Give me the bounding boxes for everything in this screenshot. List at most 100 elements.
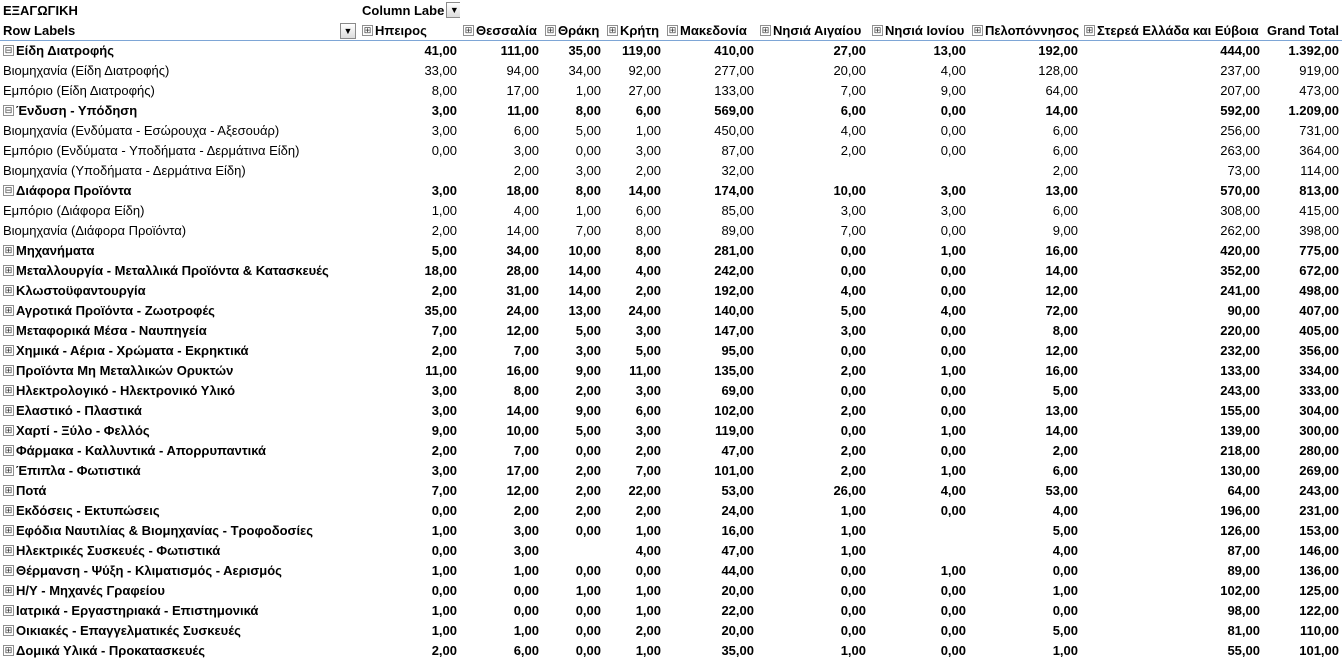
value-cell[interactable]: 5,00 (757, 300, 869, 321)
value-cell[interactable]: 147,00 (664, 320, 757, 341)
value-cell[interactable]: 2,00 (757, 140, 869, 161)
value-cell[interactable]: 9,00 (869, 80, 969, 101)
value-cell[interactable]: 0,00 (460, 580, 542, 601)
value-cell[interactable]: 0,00 (869, 340, 969, 361)
value-cell[interactable]: 3,00 (542, 160, 604, 181)
value-cell[interactable]: 6,00 (969, 460, 1081, 481)
value-cell[interactable]: 13,00 (969, 400, 1081, 421)
grand-total-cell[interactable]: 1.209,00 (1263, 100, 1342, 121)
value-cell[interactable]: 119,00 (604, 40, 664, 61)
value-cell[interactable]: 16,00 (969, 240, 1081, 261)
value-cell[interactable]: 64,00 (1081, 480, 1263, 501)
value-cell[interactable]: 2,00 (359, 340, 460, 361)
value-cell[interactable]: 352,00 (1081, 260, 1263, 281)
value-cell[interactable]: 1,00 (604, 600, 664, 621)
row-label-cell[interactable]: ⊞ Ποτά (0, 480, 359, 501)
value-cell[interactable]: 242,00 (664, 260, 757, 281)
value-cell[interactable]: 0,00 (542, 520, 604, 541)
value-cell[interactable]: 5,00 (969, 620, 1081, 641)
value-cell[interactable]: 592,00 (1081, 100, 1263, 121)
value-cell[interactable]: 1,00 (359, 200, 460, 221)
value-cell[interactable]: 2,00 (359, 220, 460, 241)
value-cell[interactable]: 0,00 (869, 120, 969, 141)
value-cell[interactable]: 17,00 (460, 80, 542, 101)
row-label-cell[interactable]: ⊞ Μεταφορικά Μέσα - Ναυπηγεία (0, 320, 359, 341)
value-cell[interactable]: 35,00 (359, 300, 460, 321)
column-header[interactable]: ⊞ Πελοπόννησος (969, 20, 1081, 41)
value-cell[interactable]: 11,00 (460, 100, 542, 121)
value-cell[interactable]: 94,00 (460, 60, 542, 81)
value-cell[interactable]: 8,00 (542, 100, 604, 121)
value-cell[interactable]: 24,00 (460, 300, 542, 321)
grand-total-cell[interactable]: 153,00 (1263, 520, 1342, 541)
value-cell[interactable]: 1,00 (757, 540, 869, 561)
value-cell[interactable]: 6,00 (969, 140, 1081, 161)
grand-total-cell[interactable]: 136,00 (1263, 560, 1342, 581)
value-cell[interactable]: 16,00 (969, 360, 1081, 381)
value-cell[interactable]: 174,00 (664, 180, 757, 201)
value-cell[interactable]: 2,00 (604, 620, 664, 641)
value-cell[interactable]: 47,00 (664, 440, 757, 461)
row-label-cell[interactable]: ⊞ Μεταλλουργία - Μεταλλικά Προϊόντα & Κατ… (0, 260, 359, 281)
value-cell[interactable]: 20,00 (664, 580, 757, 601)
value-cell[interactable]: 5,00 (969, 380, 1081, 401)
value-cell[interactable]: 192,00 (969, 40, 1081, 61)
value-cell[interactable]: 87,00 (664, 140, 757, 161)
value-cell[interactable]: 14,00 (460, 220, 542, 241)
grand-total-cell[interactable]: 405,00 (1263, 320, 1342, 341)
value-cell[interactable]: 41,00 (359, 40, 460, 61)
value-cell[interactable]: 232,00 (1081, 340, 1263, 361)
expand-icon[interactable]: ⊞ (1084, 25, 1095, 37)
value-cell[interactable]: 135,00 (664, 360, 757, 381)
value-cell[interactable]: 3,00 (359, 380, 460, 401)
value-cell[interactable]: 0,00 (757, 240, 869, 261)
value-cell[interactable]: 69,00 (664, 380, 757, 401)
value-cell[interactable]: 4,00 (869, 300, 969, 321)
value-cell[interactable]: 1,00 (359, 620, 460, 641)
value-cell[interactable]: 5,00 (542, 420, 604, 441)
value-cell[interactable]: 1,00 (542, 580, 604, 601)
expand-icon[interactable]: ⊞ (463, 25, 474, 37)
row-label-cell[interactable]: ⊞ Χημικά - Αέρια - Χρώματα - Εκρηκτικά (0, 340, 359, 361)
value-cell[interactable]: 22,00 (604, 480, 664, 501)
value-cell[interactable]: 14,00 (604, 180, 664, 201)
value-cell[interactable]: 8,00 (542, 180, 604, 201)
grand-total-cell[interactable]: 333,00 (1263, 380, 1342, 401)
grand-total-cell[interactable]: 415,00 (1263, 200, 1342, 221)
value-cell[interactable]: 9,00 (542, 400, 604, 421)
column-labels-cell[interactable]: Column Labe ▼ (359, 0, 460, 21)
value-cell[interactable]: 13,00 (542, 300, 604, 321)
row-label-cell[interactable]: Βιομηχανία (Ενδύματα - Εσώρουχα - Αξεσου… (0, 120, 359, 141)
value-cell[interactable]: 5,00 (604, 340, 664, 361)
grand-total-cell[interactable]: 125,00 (1263, 580, 1342, 601)
value-cell[interactable]: 2,00 (604, 280, 664, 301)
column-header[interactable]: ⊞ Μακεδονία (664, 20, 757, 41)
value-cell[interactable] (359, 160, 460, 181)
value-cell[interactable]: 3,00 (869, 200, 969, 221)
value-cell[interactable]: 16,00 (460, 360, 542, 381)
value-cell[interactable]: 28,00 (460, 260, 542, 281)
value-cell[interactable]: 7,00 (604, 460, 664, 481)
value-cell[interactable]: 207,00 (1081, 80, 1263, 101)
value-cell[interactable]: 14,00 (460, 400, 542, 421)
value-cell[interactable]: 0,00 (757, 380, 869, 401)
value-cell[interactable]: 2,00 (359, 440, 460, 461)
row-label-cell[interactable]: ⊞ Θέρμανση - Ψύξη - Κλιματισμός - Αερισμό… (0, 560, 359, 581)
value-cell[interactable]: 133,00 (1081, 360, 1263, 381)
value-cell[interactable]: 35,00 (542, 40, 604, 61)
value-cell[interactable]: 6,00 (604, 100, 664, 121)
value-cell[interactable]: 0,00 (869, 320, 969, 341)
value-cell[interactable]: 92,00 (604, 60, 664, 81)
value-cell[interactable]: 308,00 (1081, 200, 1263, 221)
collapse-icon[interactable]: ⊟ (3, 45, 14, 57)
value-cell[interactable]: 444,00 (1081, 40, 1263, 61)
value-cell[interactable]: 4,00 (757, 280, 869, 301)
grand-total-cell[interactable]: 114,00 (1263, 160, 1342, 181)
value-cell[interactable]: 262,00 (1081, 220, 1263, 241)
grand-total-cell[interactable]: 146,00 (1263, 540, 1342, 561)
value-cell[interactable]: 155,00 (1081, 400, 1263, 421)
value-cell[interactable]: 0,00 (869, 140, 969, 161)
value-cell[interactable]: 11,00 (359, 360, 460, 381)
value-cell[interactable]: 450,00 (664, 120, 757, 141)
value-cell[interactable]: 3,00 (460, 520, 542, 541)
